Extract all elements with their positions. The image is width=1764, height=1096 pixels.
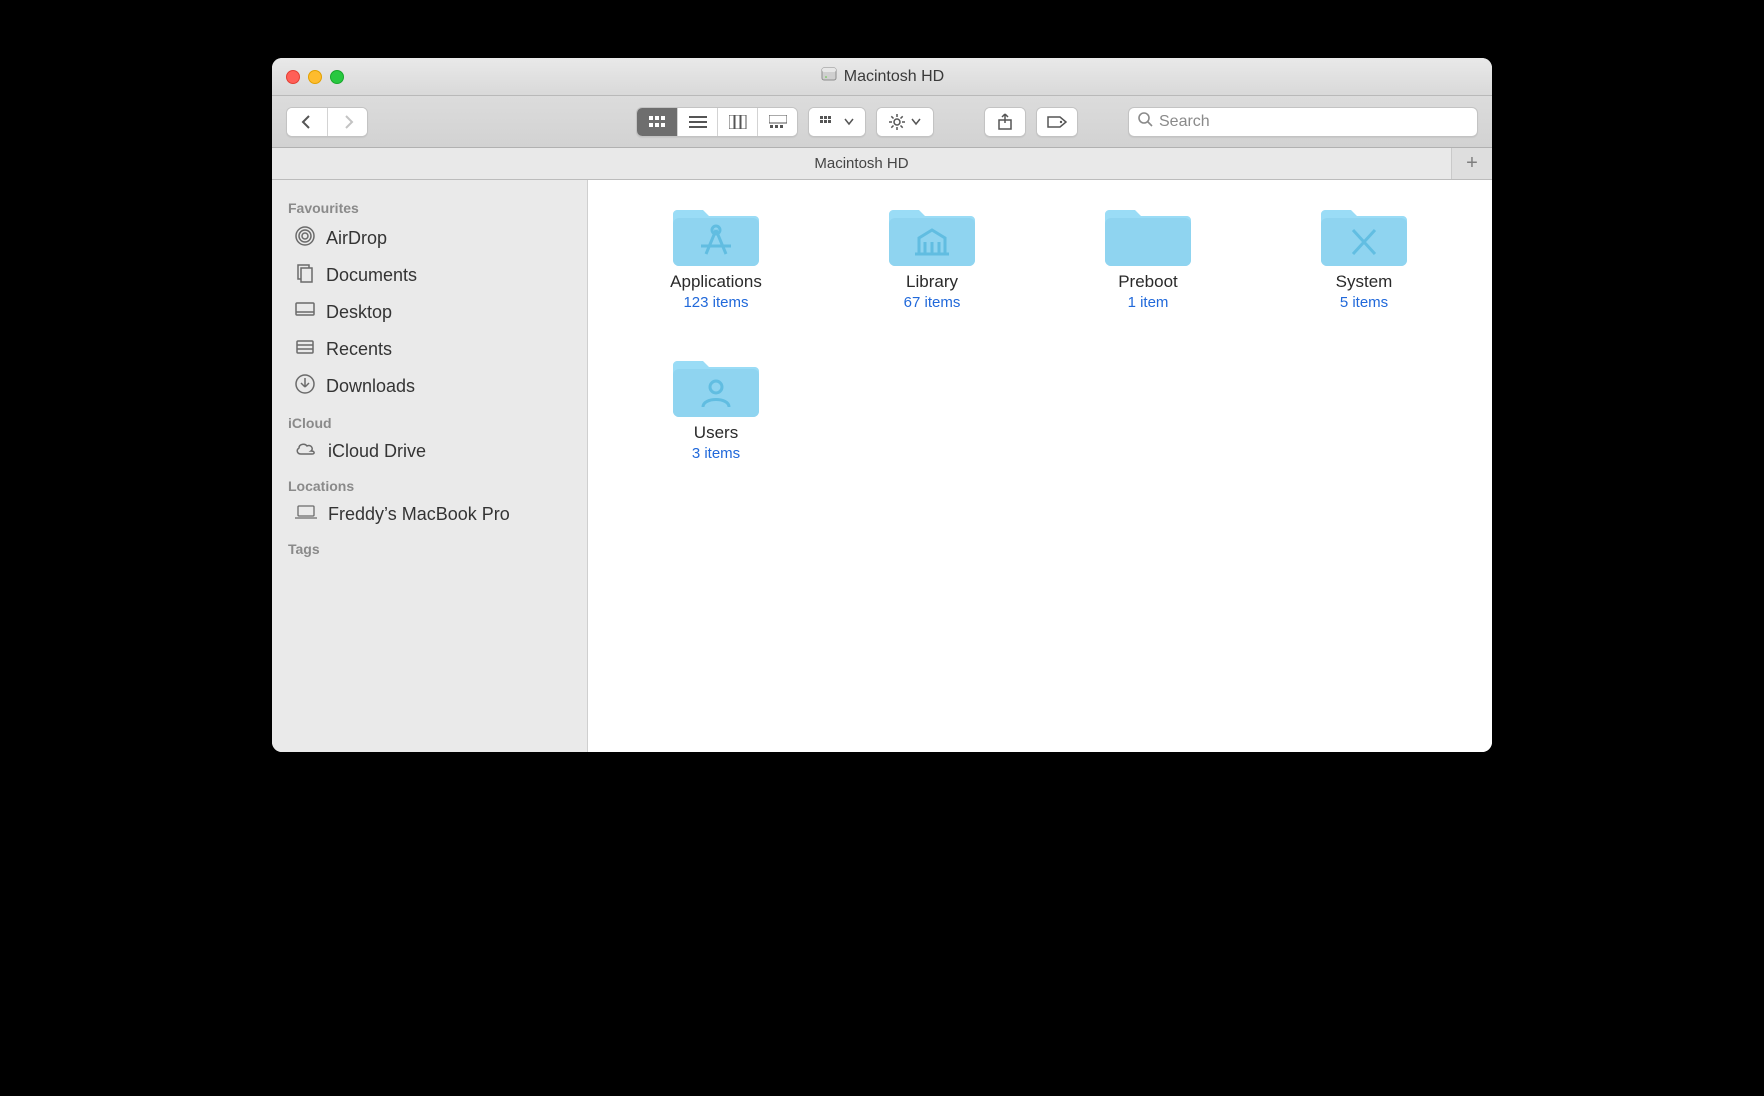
sidebar-header-tags: Tags [272,531,587,561]
folder-icon [673,200,759,266]
sidebar-item-recents[interactable]: Recents [272,331,587,368]
finder-window: Macintosh HD [272,58,1492,752]
traffic-lights [286,70,344,84]
window-title: Macintosh HD [272,65,1492,88]
folder-name: Applications [670,272,762,292]
sidebar: Favourites AirDrop Documents Desktop [272,180,588,752]
folder-library[interactable]: Library 67 items [834,200,1030,311]
desktop-icon [294,299,316,326]
folder-meta: 5 items [1340,294,1388,311]
tab-macintosh-hd[interactable]: Macintosh HD [272,148,1452,179]
folder-icon [1105,200,1191,266]
sidebar-header-favourites: Favourites [272,190,587,220]
search-input[interactable] [1159,113,1469,131]
back-button[interactable] [287,108,327,136]
toolbar [272,96,1492,148]
folder-icon [889,200,975,266]
sidebar-item-airdrop[interactable]: AirDrop [272,220,587,257]
recents-icon [294,336,316,363]
cloud-icon [294,440,318,463]
sidebar-item-label: AirDrop [326,228,387,249]
airdrop-icon [294,225,316,252]
folder-meta: 3 items [692,445,740,462]
folder-name: Preboot [1118,272,1178,292]
window-body: Favourites AirDrop Documents Desktop [272,180,1492,752]
plus-icon: + [1466,152,1478,175]
close-window-button[interactable] [286,70,300,84]
action-button-group [876,107,934,137]
folder-name: System [1336,272,1393,292]
new-tab-button[interactable]: + [1452,148,1492,179]
nav-buttons [286,107,368,137]
view-mode-buttons [636,107,798,137]
minimize-window-button[interactable] [308,70,322,84]
folder-preboot[interactable]: Preboot 1 item [1050,200,1246,311]
action-button[interactable] [877,108,933,136]
sidebar-item-label: Documents [326,265,417,286]
sidebar-item-macbook[interactable]: Freddy’s MacBook Pro [272,498,587,531]
sidebar-item-label: Freddy’s MacBook Pro [328,504,510,525]
sidebar-item-label: Recents [326,339,392,360]
hard-drive-icon [820,65,838,88]
tags-button-group [1036,107,1078,137]
share-button[interactable] [985,108,1025,136]
sidebar-item-label: iCloud Drive [328,441,426,462]
sidebar-item-label: Downloads [326,376,415,397]
tab-label: Macintosh HD [814,155,908,172]
folder-users[interactable]: Users 3 items [618,351,814,462]
laptop-icon [294,503,318,526]
folder-meta: 123 items [683,294,748,311]
share-button-group [984,107,1026,137]
sidebar-header-locations: Locations [272,468,587,498]
fullscreen-window-button[interactable] [330,70,344,84]
sidebar-item-documents[interactable]: Documents [272,257,587,294]
folder-name: Users [694,423,738,443]
folder-meta: 1 item [1128,294,1169,311]
icon-view-button[interactable] [637,108,677,136]
tabbar: Macintosh HD + [272,148,1492,180]
folder-icon [1321,200,1407,266]
titlebar: Macintosh HD [272,58,1492,96]
folder-applications[interactable]: Applications 123 items [618,200,814,311]
forward-button[interactable] [327,108,367,136]
tags-button[interactable] [1037,108,1077,136]
folder-system[interactable]: System 5 items [1266,200,1462,311]
downloads-icon [294,373,316,400]
sidebar-item-label: Desktop [326,302,392,323]
folder-meta: 67 items [904,294,961,311]
column-view-button[interactable] [717,108,757,136]
sidebar-item-downloads[interactable]: Downloads [272,368,587,405]
folder-icon [673,351,759,417]
search-field[interactable] [1128,107,1478,137]
icon-grid: Applications 123 items [618,200,1462,462]
documents-icon [294,262,316,289]
sidebar-item-icloud-drive[interactable]: iCloud Drive [272,435,587,468]
content-area[interactable]: Applications 123 items [588,180,1492,752]
arrange-button[interactable] [809,108,865,136]
list-view-button[interactable] [677,108,717,136]
sidebar-header-icloud: iCloud [272,405,587,435]
window-title-text: Macintosh HD [844,68,944,86]
arrange-button-group [808,107,866,137]
search-icon [1137,111,1153,132]
gallery-view-button[interactable] [757,108,797,136]
folder-name: Library [906,272,958,292]
sidebar-item-desktop[interactable]: Desktop [272,294,587,331]
